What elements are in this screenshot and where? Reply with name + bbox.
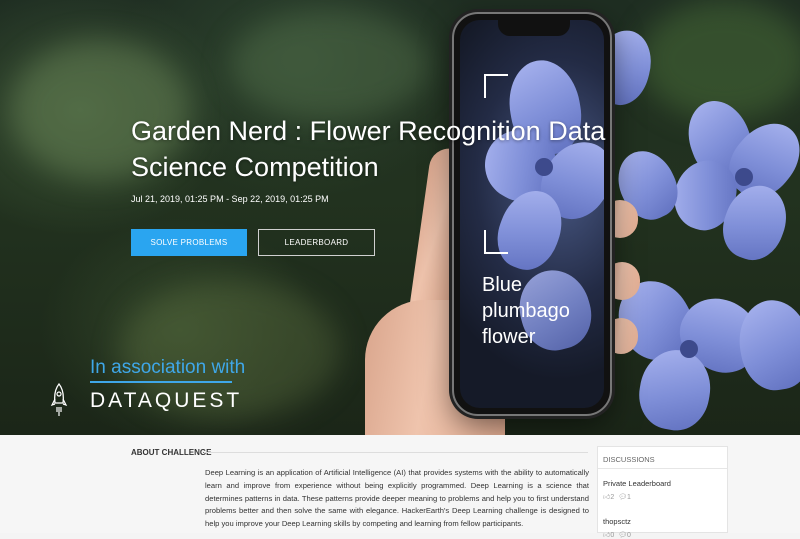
challenge-content: ABOUT CHALLENGE Deep Learning is an appl…: [0, 435, 800, 539]
solve-problems-button[interactable]: SOLVE PROBLEMS: [131, 229, 247, 256]
background-foliage: [230, 10, 430, 120]
association-divider: [90, 381, 232, 383]
discussion-meta: 👍︎0 💬︎0: [603, 530, 631, 539]
challenge-title: Garden Nerd : Flower Recognition Data Sc…: [131, 116, 606, 182]
phone-caption: Blue plumbago flower: [482, 272, 570, 350]
discussions-panel: DISCUSSIONS Private Leaderboard 👍︎2 💬︎1 …: [597, 446, 728, 539]
comment-icon: 💬︎: [618, 494, 628, 501]
phone-notch: [498, 20, 570, 36]
caption-line: flower: [482, 326, 536, 348]
discussion-link[interactable]: thopsctz: [603, 517, 631, 526]
caption-line: plumbago: [482, 300, 570, 322]
like-count: 2: [610, 494, 615, 501]
like-count: 0: [610, 532, 615, 539]
caption-line: Blue: [482, 274, 523, 296]
thumbs-up-icon: 👍︎: [603, 532, 611, 539]
phone: [452, 12, 612, 416]
leaderboard-button[interactable]: LEADERBOARD: [258, 229, 375, 256]
partner-logo: DATAQUEST: [90, 389, 243, 412]
hero-banner: Blue plumbago flower Garden Nerd : Flowe…: [0, 0, 800, 435]
comment-count: 1: [627, 494, 631, 501]
challenge-dates: Jul 21, 2019, 01:25 PM - Sep 22, 2019, 0…: [131, 194, 329, 204]
heading-divider: [204, 452, 588, 453]
discussions-heading: DISCUSSIONS: [598, 447, 727, 469]
scan-bracket: [484, 74, 508, 98]
rocket-icon: [50, 383, 68, 416]
discussion-meta: 👍︎2 💬︎1: [603, 492, 631, 501]
discussion-link[interactable]: Private Leaderboard: [603, 479, 671, 488]
about-challenge-heading: ABOUT CHALLENGE: [131, 448, 212, 457]
comment-count: 0: [627, 532, 631, 539]
association-text: In association with: [90, 357, 246, 378]
comment-icon: 💬︎: [618, 532, 628, 539]
about-challenge-text: Deep Learning is an application of Artif…: [205, 468, 589, 529]
scan-bracket: [484, 230, 508, 254]
